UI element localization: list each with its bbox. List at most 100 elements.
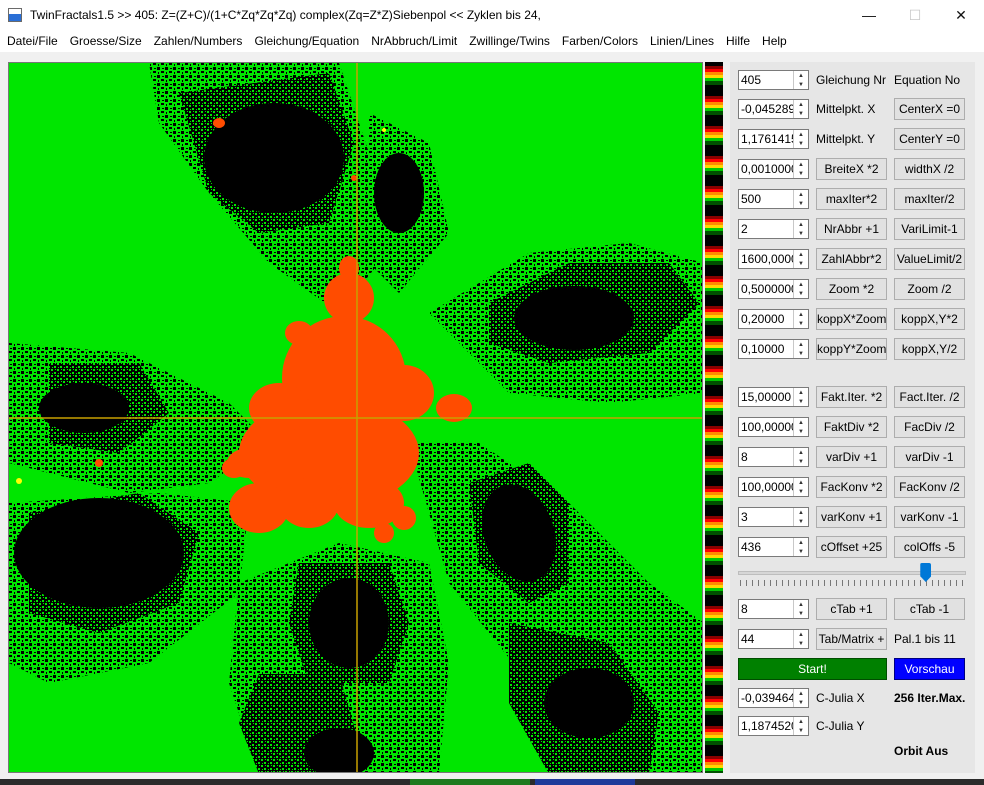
spin-up-icon[interactable]: ▲: [794, 478, 808, 487]
faktiter-spinbox[interactable]: 15,00000 ▲ ▼: [738, 387, 809, 407]
varkonv-value[interactable]: 3: [739, 508, 793, 526]
spin-down-icon[interactable]: ▼: [794, 427, 808, 436]
cjulia-y-spinbox[interactable]: 1,18745200 ▲▼: [738, 716, 809, 736]
spin-down-icon[interactable]: ▼: [794, 319, 808, 328]
zahlabbr-double-button[interactable]: ZahlAbbr*2: [816, 248, 887, 270]
spin-down-icon[interactable]: ▼: [794, 229, 808, 238]
zoom-spinbox[interactable]: 0,50000000 ▲▼: [738, 279, 809, 299]
varkonv-increment-button[interactable]: varKonv +1: [816, 506, 887, 528]
spin-up-icon[interactable]: ▲: [794, 220, 808, 229]
spin-down-icon[interactable]: ▼: [794, 547, 808, 556]
nrabbr-spinbox[interactable]: 2 ▲ ▼: [738, 219, 809, 239]
cjulia-x-spinbox[interactable]: -0,03946490 ▲▼: [738, 688, 809, 708]
fackonv-double-button[interactable]: FacKonv *2: [816, 476, 887, 498]
spin-up-icon[interactable]: ▲: [794, 190, 808, 199]
faktiter-value[interactable]: 15,00000: [739, 388, 793, 406]
vorschau-button[interactable]: Vorschau: [894, 658, 965, 680]
zoom-value[interactable]: 0,50000000: [739, 280, 793, 298]
spin-up-icon[interactable]: ▲: [794, 600, 808, 609]
varilimit-decrement-button[interactable]: VariLimit-1: [894, 218, 965, 240]
menu-help[interactable]: Help: [756, 30, 793, 52]
cjulia-x-value[interactable]: -0,03946490: [739, 689, 793, 707]
spin-up-icon[interactable]: ▲: [794, 388, 808, 397]
spin-up-icon[interactable]: ▲: [794, 630, 808, 639]
ctab-decrement-button[interactable]: cTab -1: [894, 598, 965, 620]
vardiv-value[interactable]: 8: [739, 448, 793, 466]
spin-up-icon[interactable]: ▲: [794, 340, 808, 349]
nrabbr-value[interactable]: 2: [739, 220, 793, 238]
coloffs-decrement-button[interactable]: colOffs -5: [894, 536, 965, 558]
spin-up-icon[interactable]: ▲: [794, 310, 808, 319]
koppx-value[interactable]: 0,20000: [739, 310, 793, 328]
vardiv-increment-button[interactable]: varDiv +1: [816, 446, 887, 468]
spin-down-icon[interactable]: ▼: [794, 199, 808, 208]
menu-groesse[interactable]: Groesse/Size: [64, 30, 148, 52]
koppy-zoom-button[interactable]: koppY*Zoom: [816, 338, 887, 360]
maxiter-spinbox[interactable]: 500 ▲ ▼: [738, 189, 809, 209]
tabmatrix-spinbox[interactable]: 44 ▲ ▼: [738, 629, 809, 649]
fackonv-spinbox[interactable]: 100,00000 ▲ ▼: [738, 477, 809, 497]
maxiter-value[interactable]: 500: [739, 190, 793, 208]
spin-up-icon[interactable]: ▲: [794, 100, 808, 109]
coffset-spinbox[interactable]: 436 ▲ ▼: [738, 537, 809, 557]
fractal-canvas[interactable]: [8, 62, 703, 773]
spin-up-icon[interactable]: ▲: [794, 717, 808, 726]
koppy-spinbox[interactable]: 0,10000 ▲ ▼: [738, 339, 809, 359]
spin-up-icon[interactable]: ▲: [794, 160, 808, 169]
koppy-value[interactable]: 0,10000: [739, 340, 793, 358]
facdiv-half-button[interactable]: FacDiv /2: [894, 416, 965, 438]
start-button[interactable]: Start!: [738, 658, 887, 680]
spin-down-icon[interactable]: ▼: [794, 169, 808, 178]
menu-linien[interactable]: Linien/Lines: [644, 30, 720, 52]
spin-up-icon[interactable]: ▲: [794, 250, 808, 259]
spin-down-icon[interactable]: ▼: [794, 397, 808, 406]
ctab-spinbox[interactable]: 8 ▲ ▼: [738, 599, 809, 619]
zoom-double-button[interactable]: Zoom *2: [816, 278, 887, 300]
faktdiv-value[interactable]: 100,00000: [739, 418, 793, 436]
vardiv-spinbox[interactable]: 8 ▲ ▼: [738, 447, 809, 467]
spin-down-icon[interactable]: ▼: [794, 349, 808, 358]
spin-up-icon[interactable]: ▲: [794, 448, 808, 457]
spin-down-icon[interactable]: ▼: [794, 259, 808, 268]
coffset-value[interactable]: 436: [739, 538, 793, 556]
spin-down-icon[interactable]: ▼: [794, 139, 808, 148]
ctab-increment-button[interactable]: cTab +1: [816, 598, 887, 620]
center-x-reset-button[interactable]: CenterX =0: [894, 98, 965, 120]
spin-up-icon[interactable]: ▲: [794, 538, 808, 547]
vardiv-decrement-button[interactable]: varDiv -1: [894, 446, 965, 468]
tabmatrix-increment-button[interactable]: Tab/Matrix +: [816, 628, 887, 650]
spin-up-icon[interactable]: ▲: [794, 280, 808, 289]
maxiter-half-button[interactable]: maxIter/2: [894, 188, 965, 210]
varkonv-decrement-button[interactable]: varKonv -1: [894, 506, 965, 528]
menu-farben[interactable]: Farben/Colors: [556, 30, 644, 52]
zoom-half-button[interactable]: Zoom /2: [894, 278, 965, 300]
spin-down-icon[interactable]: ▼: [794, 698, 808, 707]
spin-down-icon[interactable]: ▼: [794, 726, 808, 735]
color-offset-slider-track[interactable]: [738, 571, 966, 575]
menu-datei[interactable]: Datei/File: [1, 30, 64, 52]
menu-hilfe[interactable]: Hilfe: [720, 30, 756, 52]
faktdiv-double-button[interactable]: FaktDiv *2: [816, 416, 887, 438]
fackonv-value[interactable]: 100,00000: [739, 478, 793, 496]
spin-down-icon[interactable]: ▼: [794, 80, 808, 89]
close-icon[interactable]: ✕: [938, 0, 984, 30]
spin-down-icon[interactable]: ▼: [794, 639, 808, 648]
spin-up-icon[interactable]: ▲: [794, 418, 808, 427]
width-x-half-button[interactable]: widthX /2: [894, 158, 965, 180]
menu-zwillinge[interactable]: Zwillinge/Twins: [463, 30, 556, 52]
spin-down-icon[interactable]: ▼: [794, 609, 808, 618]
koppxy-double-button[interactable]: koppX,Y*2: [894, 308, 965, 330]
center-y-spinbox[interactable]: 1,17614150 ▲▼: [738, 129, 809, 149]
center-y-value[interactable]: 1,17614150: [739, 130, 793, 148]
maxiter-double-button[interactable]: maxIter*2: [816, 188, 887, 210]
center-y-reset-button[interactable]: CenterY =0: [894, 128, 965, 150]
cjulia-y-value[interactable]: 1,18745200: [739, 717, 793, 735]
koppx-zoom-button[interactable]: koppX*Zoom: [816, 308, 887, 330]
spin-down-icon[interactable]: ▼: [794, 517, 808, 526]
breite-x-double-button[interactable]: BreiteX *2: [816, 158, 887, 180]
coffset-increment-button[interactable]: cOffset +25: [816, 536, 887, 558]
ctab-value[interactable]: 8: [739, 600, 793, 618]
center-x-value[interactable]: -0,0452890: [739, 100, 793, 118]
equation-nr-value[interactable]: 405: [739, 71, 793, 89]
faktiter-double-button[interactable]: Fakt.Iter. *2: [816, 386, 887, 408]
